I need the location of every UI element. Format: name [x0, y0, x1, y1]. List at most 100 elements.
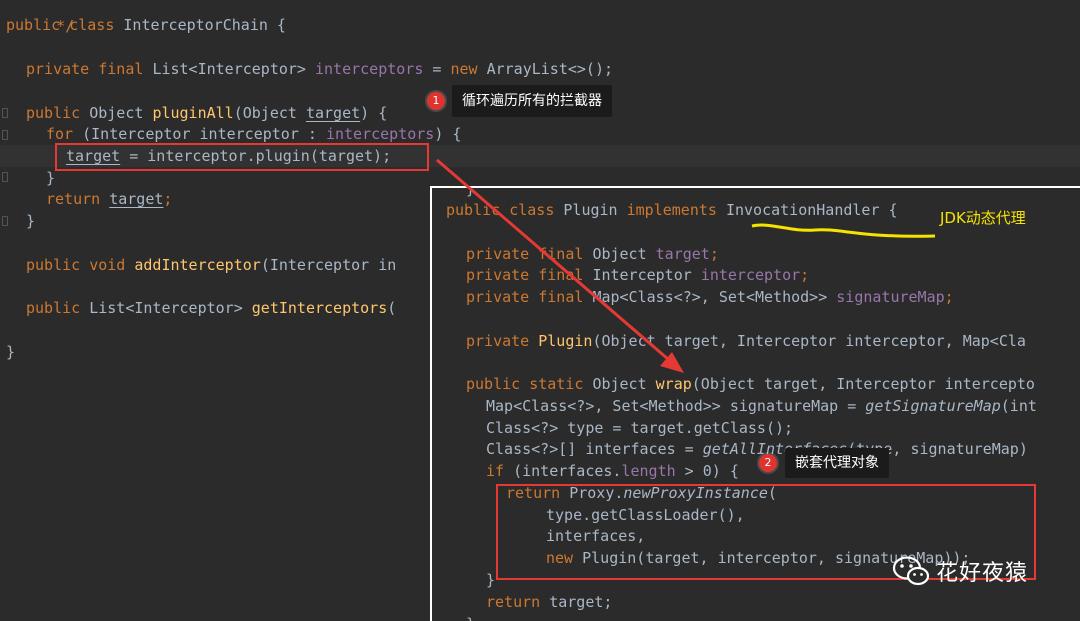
code-line: public Object pluginAll(Object target) { [26, 102, 387, 124]
code-line: private Plugin(Object target, Intercepto… [466, 330, 1026, 352]
field: interceptors [325, 125, 435, 143]
watermark-text: 花好夜猿 [936, 561, 1029, 586]
field: target [655, 245, 710, 263]
code-line: public class Plugin implements Invocatio… [446, 199, 898, 221]
fold-marker[interactable] [2, 130, 8, 140]
field: length [621, 462, 676, 480]
code-line: return target; [486, 591, 612, 613]
code-line: Class<?>[] interfaces = getAllInterfaces… [486, 438, 1028, 460]
keyword: return [46, 190, 110, 208]
type: Object [592, 245, 656, 263]
code-text: } [46, 169, 56, 187]
code-text: } [486, 571, 496, 589]
code-line: } [466, 613, 475, 621]
code-line: Map<Class<?>, Set<Method>> signatureMap … [486, 395, 1037, 417]
keyword: public [26, 104, 90, 122]
code-text: (Interceptor in [260, 256, 397, 274]
code-text: } [466, 615, 475, 621]
code-line: } [486, 569, 495, 591]
keyword: private final [26, 60, 153, 78]
code-text: Map<Class<?>, Set<Method>> signatureMap … [486, 397, 866, 415]
fold-marker[interactable] [2, 108, 8, 118]
code-line: private final Map<Class<?>, Set<Method>>… [466, 286, 954, 308]
fold-marker[interactable] [2, 172, 8, 182]
keyword: implements [626, 201, 726, 219]
keyword: public static [466, 375, 593, 393]
note-nested-proxy: 嵌套代理对象 [785, 448, 889, 478]
code-text: Class<?> type = target.getClass(); [486, 419, 794, 437]
method-name: getInterceptors [251, 299, 388, 317]
keyword: if [486, 462, 514, 480]
code-line: if (interfaces.length > 0) { [486, 460, 739, 482]
keyword: private final [466, 245, 593, 263]
code-text: ) { [434, 125, 462, 143]
code-line: private final Object target; [466, 243, 719, 265]
type: List<Interceptor> [152, 60, 315, 78]
code-text: (interfaces. [513, 462, 622, 480]
type: Map<Class<?>, Set<Method>> [592, 288, 837, 306]
method-name: wrap [655, 375, 692, 393]
code-line: public void addInterceptor(Interceptor i… [26, 254, 396, 276]
class-name: InterceptorChain { [123, 16, 286, 34]
fold-marker[interactable] [2, 216, 8, 226]
highlight-box-plugin-call [55, 143, 429, 171]
type: Interceptor [592, 266, 701, 284]
code-text: } [26, 212, 36, 230]
code-line: } [6, 341, 15, 363]
code-line: public List<Interceptor> getInterceptors… [26, 297, 396, 319]
keyword: return [486, 593, 550, 611]
interface-name: InvocationHandler { [725, 201, 898, 219]
method-name: pluginAll [152, 104, 234, 122]
keyword: public [26, 299, 90, 317]
field: interceptor [700, 266, 801, 284]
jdk-proxy-label: JDK动态代理 [940, 209, 1026, 227]
method-name: Plugin [538, 332, 593, 350]
step-badge-1: 1 [427, 92, 445, 110]
code-text: ; [800, 266, 810, 284]
code-text: } [6, 343, 16, 361]
code-line: public class InterceptorChain { [6, 14, 286, 36]
code-text: ( [387, 299, 397, 317]
code-text: ; [163, 190, 173, 208]
code-text: (Object [233, 104, 306, 122]
method-call: getSignatureMap [865, 397, 1001, 415]
class-name: Plugin [563, 201, 627, 219]
variable: target [109, 190, 164, 208]
note-loop-interceptors: 循环遍历所有的拦截器 [452, 85, 612, 117]
type: List<Interceptor> [89, 299, 252, 317]
keyword: public void [26, 256, 135, 274]
code-line: */ [20, 0, 74, 35]
keyword: private final [466, 288, 593, 306]
code-line: } [26, 210, 35, 232]
code-text: > 0) { [675, 462, 739, 480]
param: target [305, 104, 361, 122]
type: Object [592, 375, 656, 393]
code-line: return target; [46, 188, 172, 210]
field: signatureMap [836, 288, 945, 306]
code-line: } [46, 167, 55, 189]
code-line: } [466, 188, 475, 200]
wechat-icon [892, 556, 930, 586]
code-text: target; [549, 593, 613, 611]
code-text: (int [1000, 397, 1037, 415]
code-line: Class<?> type = target.getClass(); [486, 417, 793, 439]
keyword: private final [466, 266, 593, 284]
code-line: for (Interceptor interceptor : intercept… [46, 123, 461, 145]
code-text: (Object target, Interceptor interceptor,… [592, 332, 1026, 350]
code-text: (Interceptor interceptor : [82, 125, 326, 143]
keyword: private [466, 332, 539, 350]
type: Object [89, 104, 153, 122]
field: interceptors [315, 60, 424, 78]
code-line: private final List<Interceptor> intercep… [26, 58, 613, 80]
code-text: ArrayList<>(); [486, 60, 614, 78]
code-text: ; [709, 245, 719, 263]
keyword: public class [6, 16, 124, 34]
code-line: public static Object wrap(Object target,… [466, 373, 1035, 395]
code-text: (Object target, Interceptor intercepto [691, 375, 1035, 393]
method-name: addInterceptor [134, 256, 261, 274]
code-text: = [423, 60, 451, 78]
code-line: private final Interceptor interceptor; [466, 264, 809, 286]
code-text: ) { [360, 104, 388, 122]
step-badge-2: 2 [759, 454, 777, 472]
watermark: 花好夜猿 [892, 551, 1028, 591]
